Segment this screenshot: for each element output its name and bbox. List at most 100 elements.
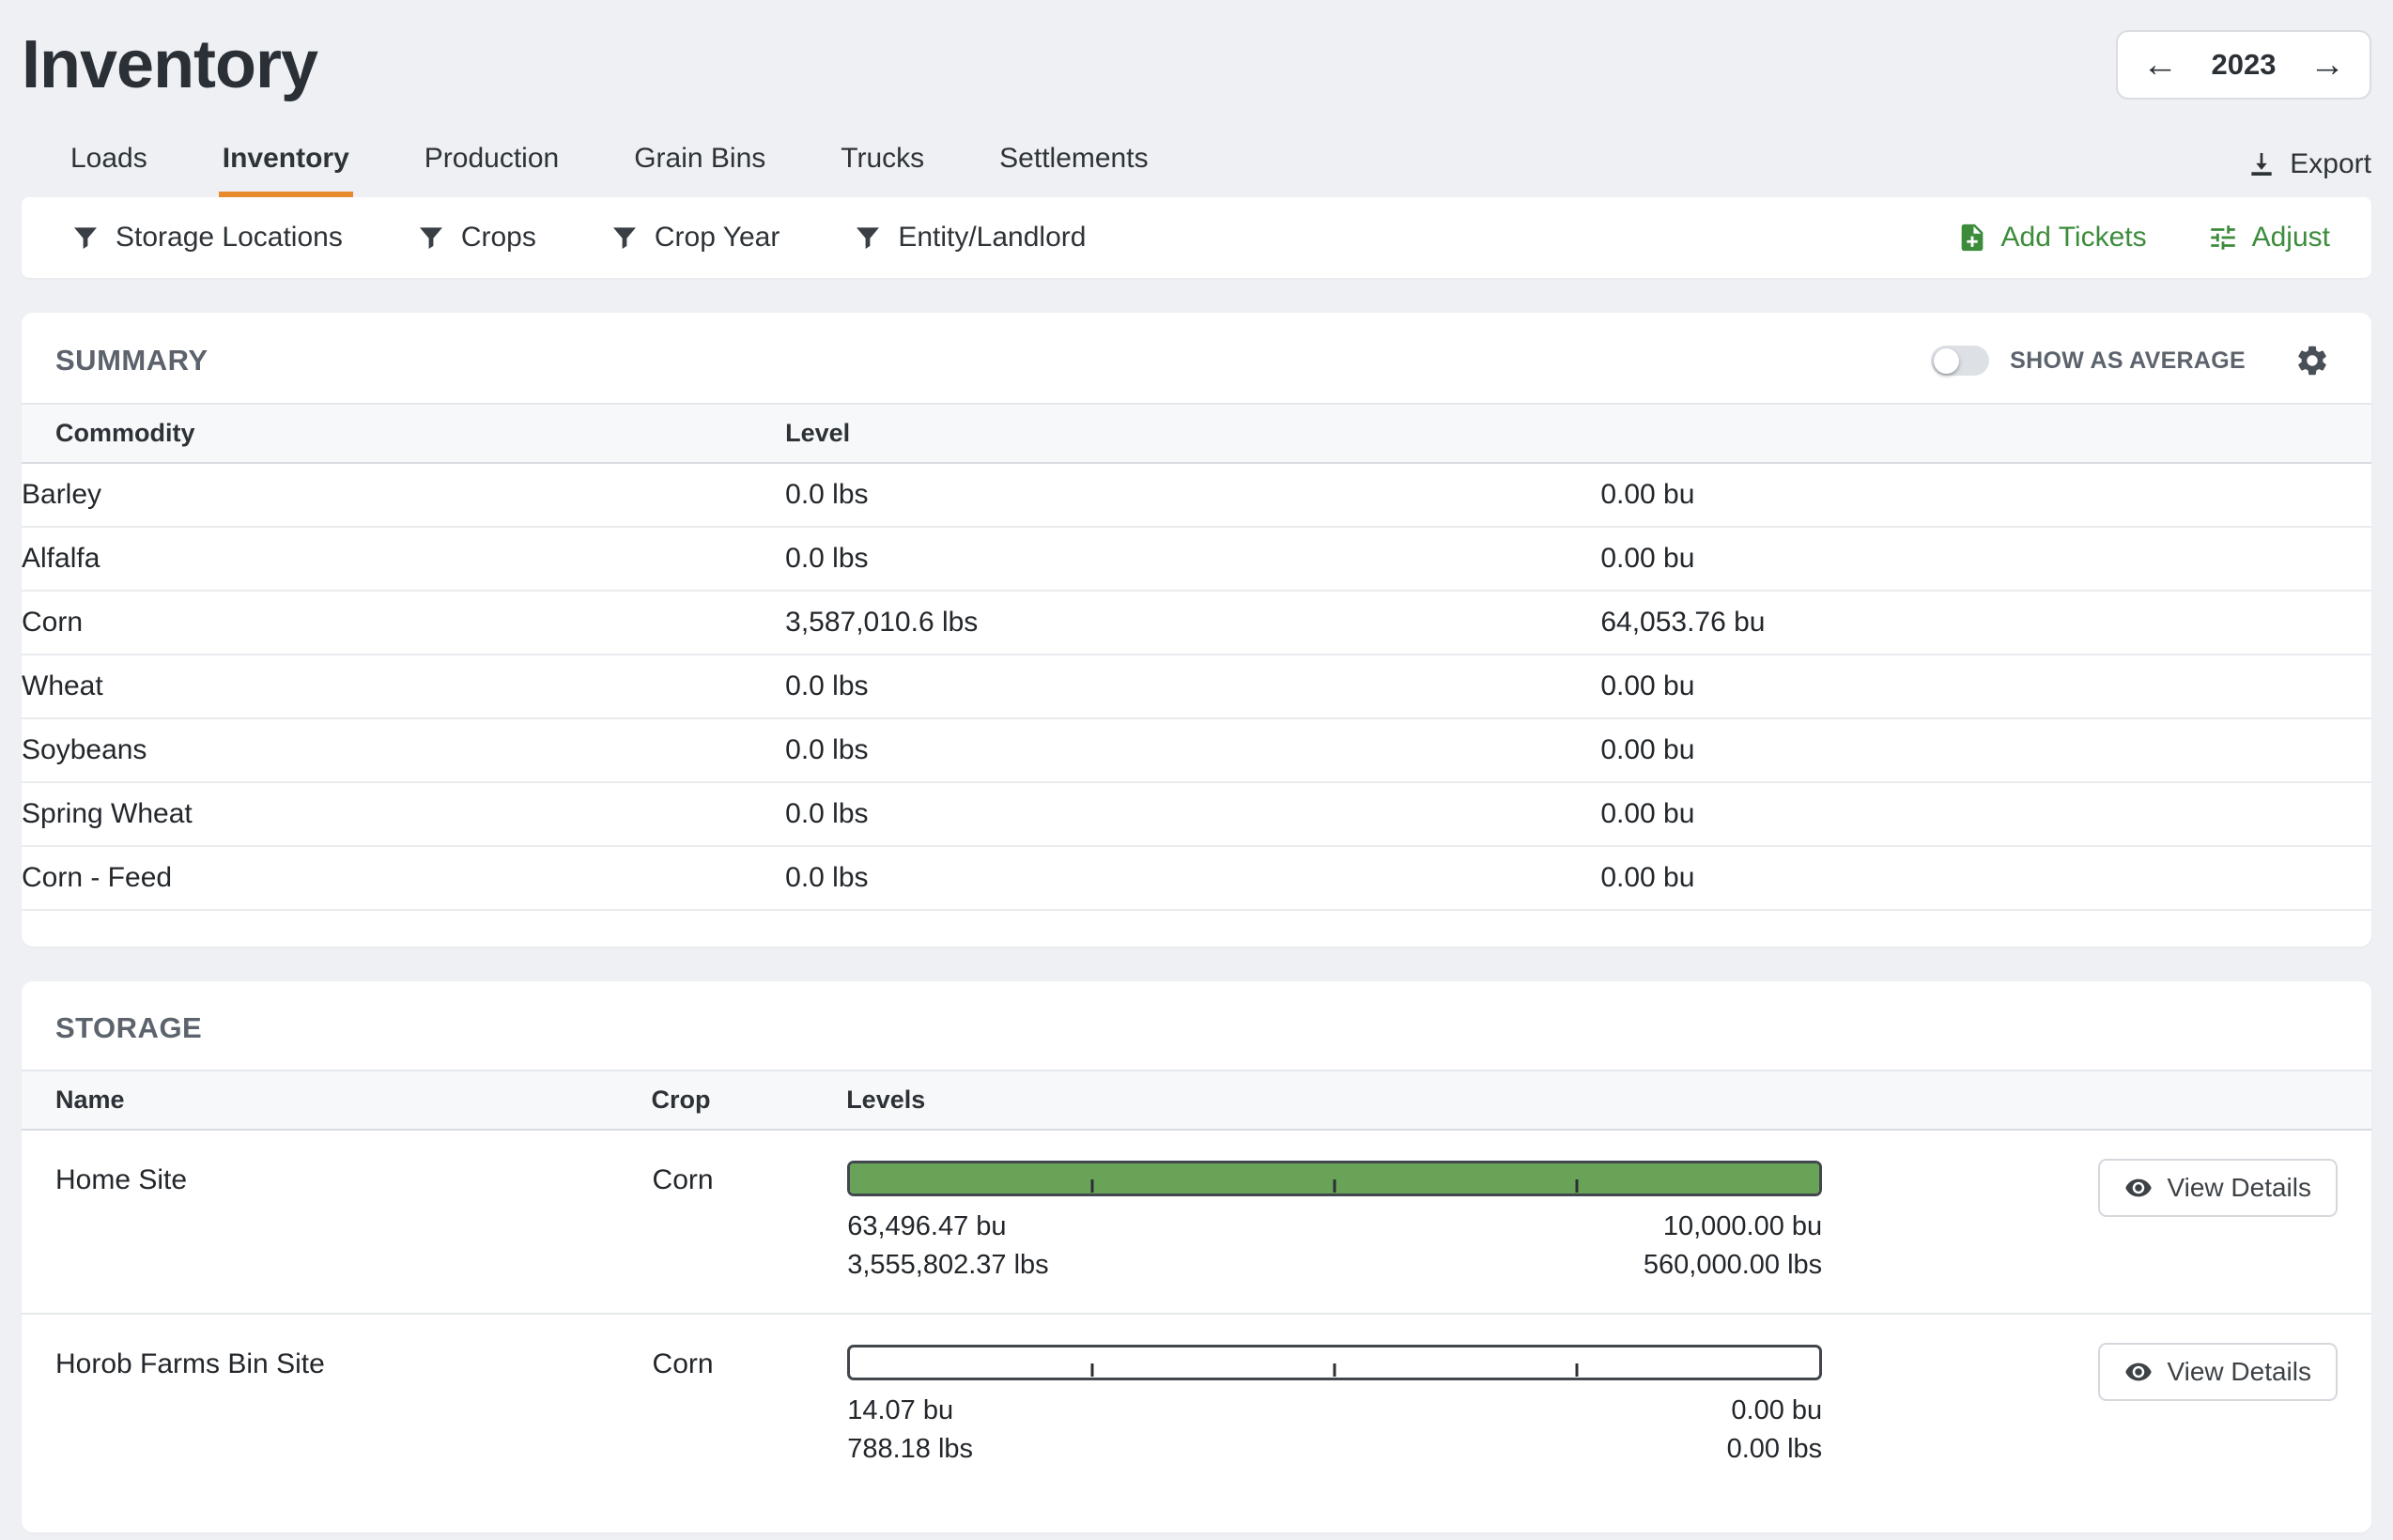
adjust-button[interactable]: Adjust [2207,222,2330,254]
storage-levels: 14.07 bu 0.00 bu 788.18 lbs 0.00 lbs [846,1314,1880,1497]
column-header-empty [1880,1070,2371,1130]
next-year-arrow-icon[interactable]: → [2309,47,2345,83]
commodity-cell: Barley [22,463,785,527]
summary-card-header: SUMMARY SHOW AS AVERAGE [22,313,2371,403]
table-row: Barley 0.0 lbs 0.00 bu [22,463,2371,527]
level-lbs-cell: 0.0 lbs [785,846,1600,910]
level-lbs-cell: 0.0 lbs [785,718,1600,782]
storage-table: Name Crop Levels Home Site Corn [22,1070,2371,1497]
year-label: 2023 [2212,48,2277,82]
current-lbs: 3,555,802.37 lbs [847,1250,1048,1281]
commodity-cell: Spring Wheat [22,782,785,846]
view-details-button[interactable]: View Details [2098,1159,2338,1217]
level-bu-cell: 0.00 bu [1600,846,2371,910]
storage-name: Horob Farms Bin Site [22,1314,652,1497]
inventory-page: Inventory ← 2023 → Loads Inventory Produ… [0,0,2393,1532]
bar-tick [1334,1363,1336,1377]
download-icon [2246,149,2277,179]
funnel-icon [416,223,446,253]
bu-values-row: 14.07 bu 0.00 bu [847,1395,1822,1426]
storage-name: Home Site [22,1130,652,1314]
add-ticket-icon [1956,222,1988,254]
column-header-crop: Crop [652,1070,847,1130]
bar-tick [1576,1179,1579,1193]
storage-row: Home Site Corn 63,496.47 bu 10,000.00 bu [22,1130,2371,1314]
sliders-icon [2207,222,2239,254]
bu-values-row: 63,496.47 bu 10,000.00 bu [847,1211,1822,1242]
filter-label: Crop Year [655,222,780,254]
table-row: Corn - Feed 0.0 lbs 0.00 bu [22,846,2371,910]
storage-card-header: STORAGE [22,981,2371,1070]
table-row: Spring Wheat 0.0 lbs 0.00 bu [22,782,2371,846]
toggle-knob [1934,348,1959,374]
level-lbs-cell: 0.0 lbs [785,654,1600,718]
bar-tick [1091,1179,1094,1193]
filter-crops[interactable]: Crops [416,222,536,254]
show-as-average-toggle[interactable] [1931,346,1989,376]
show-as-average-label: SHOW AS AVERAGE [2010,347,2246,375]
add-tickets-button[interactable]: Add Tickets [1956,222,2147,254]
level-bu-cell: 0.00 bu [1600,782,2371,846]
level-lbs-cell: 0.0 lbs [785,527,1600,591]
filter-label: Entity/Landlord [898,222,1086,254]
column-header-levels: Levels [846,1070,1880,1130]
gear-icon[interactable] [2294,343,2330,378]
capacity-lbs: 560,000.00 lbs [1644,1250,1822,1281]
funnel-icon [610,223,640,253]
lbs-values-row: 788.18 lbs 0.00 lbs [847,1434,1822,1465]
eye-icon [2124,1358,2153,1386]
level-bu-cell: 0.00 bu [1600,463,2371,527]
filter-bar-actions: Add Tickets Adjust [1956,222,2330,254]
filter-label: Storage Locations [116,222,343,254]
storage-card: STORAGE Name Crop Levels Home Site Corn [22,981,2371,1532]
tab-grain-bins[interactable]: Grain Bins [630,135,769,197]
level-bu-cell: 0.00 bu [1600,654,2371,718]
prev-year-arrow-icon[interactable]: ← [2142,47,2178,83]
commodity-cell: Soybeans [22,718,785,782]
bar-tick [1334,1179,1336,1193]
table-row: Corn 3,587,010.6 lbs 64,053.76 bu [22,591,2371,654]
funnel-icon [70,223,100,253]
commodity-cell: Corn - Feed [22,846,785,910]
level-bu-cell: 64,053.76 bu [1600,591,2371,654]
storage-crop: Corn [652,1130,847,1314]
tab-production[interactable]: Production [421,135,563,197]
summary-controls: SHOW AS AVERAGE [1931,343,2330,378]
level-lbs-cell: 3,587,010.6 lbs [785,591,1600,654]
page-title: Inventory [22,26,317,103]
summary-header-row: Commodity Level [22,404,2371,463]
storage-title: STORAGE [55,1011,202,1045]
level-bu-cell: 0.00 bu [1600,718,2371,782]
tab-loads[interactable]: Loads [67,135,151,197]
table-row: Soybeans 0.0 lbs 0.00 bu [22,718,2371,782]
commodity-cell: Corn [22,591,785,654]
level-bar [847,1345,1822,1380]
filter-crop-year[interactable]: Crop Year [610,222,780,254]
current-bu: 14.07 bu [847,1395,953,1426]
column-header-name: Name [22,1070,652,1130]
add-tickets-label: Add Tickets [2001,222,2147,254]
storage-actions-cell: View Details [1880,1130,2371,1314]
column-header-level: Level [785,404,1600,463]
tab-trucks[interactable]: Trucks [837,135,928,197]
column-header-empty [1600,404,2371,463]
summary-card: SUMMARY SHOW AS AVERAGE Commodity Level [22,313,2371,947]
commodity-cell: Alfalfa [22,527,785,591]
summary-table: Commodity Level Barley 0.0 lbs 0.00 bu A… [22,403,2371,911]
level-bar [847,1161,1822,1196]
column-header-commodity: Commodity [22,404,785,463]
view-details-button[interactable]: View Details [2098,1343,2338,1401]
tab-settlements[interactable]: Settlements [996,135,1151,197]
funnel-icon [853,223,883,253]
storage-actions-cell: View Details [1880,1314,2371,1497]
filter-entity-landlord[interactable]: Entity/Landlord [853,222,1086,254]
tab-inventory[interactable]: Inventory [219,135,353,197]
lbs-values-row: 3,555,802.37 lbs 560,000.00 lbs [847,1250,1822,1281]
adjust-label: Adjust [2252,222,2330,254]
current-bu: 63,496.47 bu [847,1211,1006,1242]
filter-storage-locations[interactable]: Storage Locations [70,222,343,254]
bar-tick [1576,1363,1579,1377]
storage-crop: Corn [652,1314,847,1497]
capacity-bu: 0.00 bu [1731,1395,1822,1426]
export-button[interactable]: Export [2246,148,2371,197]
